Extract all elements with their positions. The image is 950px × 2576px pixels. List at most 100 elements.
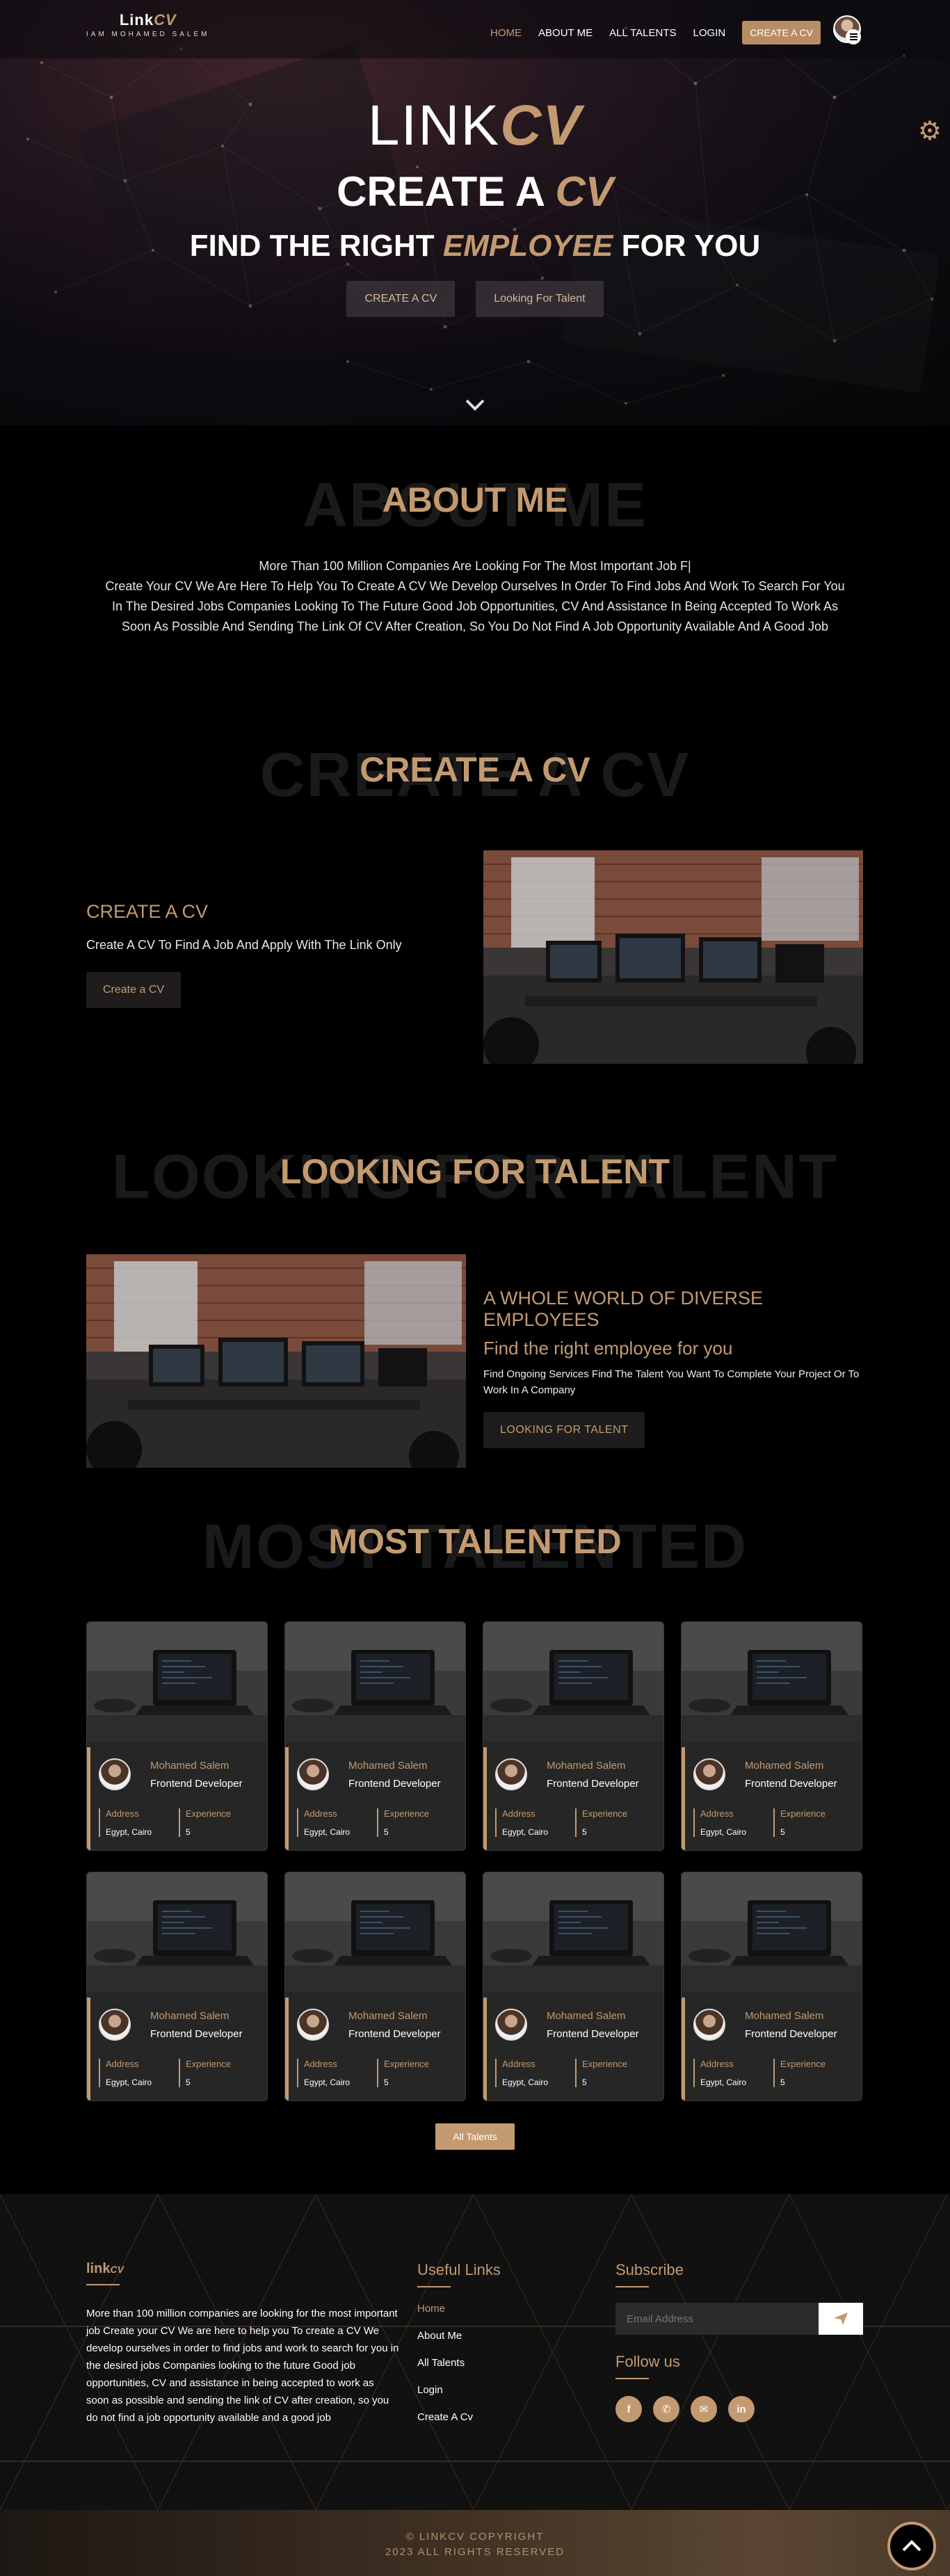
footer-subscribe-col: Subscribe Follow us f ✆ ✉ in: [615, 2261, 863, 2422]
card-role: Frontend Developer: [745, 1778, 837, 1790]
menu-icon[interactable]: [846, 29, 861, 44]
subscribe-title: Subscribe: [615, 2261, 684, 2278]
card-role: Frontend Developer: [547, 2028, 639, 2040]
card-name[interactable]: Mohamed Salem: [150, 1760, 229, 1772]
experience-label: Experience: [582, 2059, 628, 2069]
address-value: Egypt, Cairo: [502, 1827, 549, 1837]
footer-about-text: More than 100 million companies are look…: [86, 2308, 399, 2424]
card-role: Frontend Developer: [348, 2028, 441, 2040]
talent-card[interactable]: Mohamed Salem Frontend Developer Address…: [86, 1872, 268, 2101]
nav-login[interactable]: LOGIN: [693, 27, 726, 39]
address-value: Egypt, Cairo: [700, 1827, 747, 1837]
create-cv-button[interactable]: Create a CV: [86, 972, 182, 1008]
about-title: ABOUT ME ABOUT ME: [303, 471, 647, 540]
address-value: Egypt, Cairo: [502, 2077, 549, 2087]
nav-all-talents[interactable]: ALL TALENTS: [609, 27, 676, 39]
talent-sub: Find the right employee for you: [483, 1338, 733, 1359]
looking-talent-button[interactable]: LOOKING FOR TALENT: [483, 1412, 645, 1448]
send-icon[interactable]: [819, 2303, 863, 2335]
talent-card[interactable]: Mohamed Salem Frontend Developer Address…: [284, 1872, 466, 2101]
card-name[interactable]: Mohamed Salem: [745, 1760, 823, 1772]
nav-about-me[interactable]: ABOUT ME: [538, 27, 593, 39]
talent-card[interactable]: Mohamed Salem Frontend Developer Address…: [681, 1872, 862, 2101]
card-name[interactable]: Mohamed Salem: [348, 2010, 427, 2022]
footer-links-title: Useful Links: [417, 2261, 501, 2278]
chevron-down-icon[interactable]: [465, 398, 485, 412]
address-label: Address: [502, 2059, 536, 2069]
footer: linkCV More than 100 million companies a…: [0, 2194, 950, 2510]
card-name[interactable]: Mohamed Salem: [745, 2010, 823, 2022]
talent-card[interactable]: Mohamed Salem Frontend Developer Address…: [284, 1621, 466, 1851]
nav-home[interactable]: HOME: [490, 27, 522, 39]
talent-card[interactable]: Mohamed Salem Frontend Developer Address…: [86, 1621, 268, 1851]
experience-value: 5: [186, 1827, 191, 1837]
experience-label: Experience: [780, 2059, 826, 2069]
copyright-bar: © LINKCV COPYRIGHT 2023 ALL RIGHTS RESER…: [0, 2510, 950, 2576]
about-text: More Than 100 Million Companies Are Look…: [104, 556, 846, 637]
whatsapp-icon[interactable]: ✆: [653, 2396, 679, 2422]
card-name[interactable]: Mohamed Salem: [348, 1760, 427, 1772]
talent-card[interactable]: Mohamed Salem Frontend Developer Address…: [483, 1621, 664, 1851]
email-input[interactable]: [615, 2303, 819, 2335]
card-role: Frontend Developer: [150, 1778, 243, 1790]
office-photo-2: [86, 1254, 466, 1468]
nav-create-cv-button[interactable]: CREATE A CV: [742, 21, 821, 44]
footer-link-create[interactable]: Create A Cv: [417, 2411, 501, 2423]
card-role: Frontend Developer: [547, 1778, 639, 1790]
avatar: [99, 2009, 131, 2041]
address-label: Address: [700, 1808, 734, 1819]
experience-label: Experience: [780, 1808, 826, 1819]
footer-links-col: Useful Links Home About Me All Talents L…: [417, 2261, 501, 2423]
avatar: [693, 2009, 725, 2041]
avatar: [99, 1758, 131, 1790]
experience-value: 5: [582, 1827, 587, 1837]
about-typing-line: More Than 100 Million Companies Are Look…: [259, 559, 691, 573]
scroll-top-button[interactable]: [887, 2522, 936, 2570]
create-cv-heading: CREATE A CV: [86, 901, 209, 922]
avatar: [495, 1758, 527, 1790]
avatar: [297, 1758, 329, 1790]
main-nav: HOME ABOUT ME ALL TALENTS LOGIN CREATE A…: [490, 21, 821, 44]
footer-link-home[interactable]: Home: [417, 2303, 501, 2315]
experience-label: Experience: [186, 1808, 232, 1819]
talent-heading: A WHOLE WORLD OF DIVERSE EMPLOYEES: [483, 1288, 764, 1330]
footer-logo[interactable]: linkCV: [86, 2261, 399, 2277]
footer-link-about[interactable]: About Me: [417, 2330, 501, 2342]
hero-title: LINKCV: [367, 94, 583, 157]
card-name[interactable]: Mohamed Salem: [547, 1760, 625, 1772]
experience-label: Experience: [384, 1808, 430, 1819]
footer-link-talents[interactable]: All Talents: [417, 2357, 501, 2369]
experience-value: 5: [582, 2077, 587, 2087]
footer-link-login[interactable]: Login: [417, 2384, 501, 2396]
hero-content: LINKCV CREATE A CV FIND THE RIGHT EMPLOY…: [0, 97, 950, 317]
card-name[interactable]: Mohamed Salem: [150, 2010, 229, 2022]
card-name[interactable]: Mohamed Salem: [547, 2010, 625, 2022]
linkedin-icon[interactable]: in: [728, 2396, 755, 2422]
site-logo[interactable]: LinkCV IAM MOHAMED SALEM: [86, 11, 209, 38]
card-role: Frontend Developer: [745, 2028, 837, 2040]
office-photo: [483, 850, 863, 1064]
talent-block: A WHOLE WORLD OF DIVERSE EMPLOYEES Find …: [483, 1288, 864, 1448]
address-value: Egypt, Cairo: [106, 1827, 152, 1837]
hero-looking-talent-button[interactable]: Looking For Talent: [476, 281, 604, 317]
experience-value: 5: [780, 2077, 785, 2087]
experience-value: 5: [186, 2077, 191, 2087]
hero-create-cv-button[interactable]: CREATE A CV: [346, 281, 456, 317]
all-talents-button[interactable]: All Talents: [435, 2123, 515, 2150]
address-value: Egypt, Cairo: [304, 1827, 351, 1837]
facebook-icon[interactable]: f: [615, 2396, 642, 2422]
follow-title: Follow us: [615, 2353, 680, 2370]
talent-card[interactable]: Mohamed Salem Frontend Developer Address…: [483, 1872, 664, 2101]
mail-icon[interactable]: ✉: [691, 2396, 717, 2422]
address-label: Address: [304, 2059, 337, 2069]
laptop-image: [87, 1622, 267, 1742]
gear-icon[interactable]: ⚙: [918, 115, 942, 147]
address-value: Egypt, Cairo: [106, 2077, 152, 2087]
address-value: Egypt, Cairo: [700, 2077, 747, 2087]
laptop-image: [285, 1622, 465, 1742]
hero-line-find: FIND THE RIGHT EMPLOYEE FOR YOU: [189, 229, 761, 263]
experience-value: 5: [384, 1827, 389, 1837]
laptop-image: [483, 1622, 663, 1742]
talent-card[interactable]: Mohamed Salem Frontend Developer Address…: [681, 1621, 862, 1851]
address-label: Address: [304, 1808, 337, 1819]
